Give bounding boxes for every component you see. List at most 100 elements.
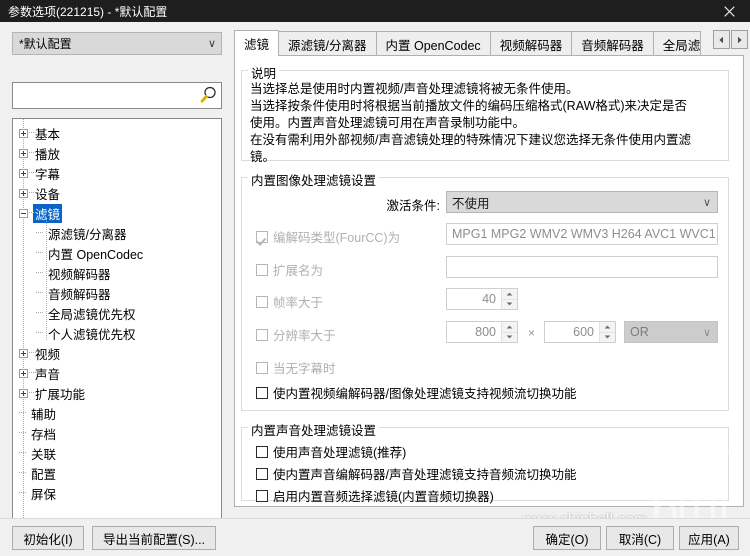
tab-scroll-left-button[interactable] — [713, 30, 730, 49]
audio-option-checkbox[interactable]: 使用声音处理滤镜(推荐) — [256, 442, 406, 461]
tab-1[interactable]: 滤镜 — [234, 30, 280, 56]
tree-item[interactable]: 滤镜 — [13, 203, 221, 223]
tab-scroll-right-button[interactable] — [731, 30, 748, 49]
tab-label: 源滤镜/分离器 — [288, 38, 367, 53]
spinner-up-icon[interactable] — [600, 322, 615, 333]
tree-collapse-icon[interactable] — [19, 208, 28, 218]
spinner-arrows[interactable] — [599, 322, 615, 342]
tree-item[interactable]: 个人滤镜优先权 — [13, 323, 221, 343]
checkbox-indicator — [256, 489, 268, 502]
tree-item[interactable]: 辅助 — [13, 403, 221, 423]
search-icon[interactable] — [195, 84, 221, 107]
tree-item[interactable]: 音频解码器 — [13, 283, 221, 303]
tree-item[interactable]: 源滤镜/分离器 — [13, 223, 221, 243]
activation-condition-label: 激活条件: — [386, 199, 440, 213]
tree-item[interactable]: 存档 — [13, 423, 221, 443]
extension-label: 扩展名为 — [273, 264, 324, 278]
tree-item-label: 视频 — [35, 347, 61, 362]
spinner-down-icon[interactable] — [502, 332, 517, 342]
spinner-down-icon[interactable] — [502, 299, 517, 309]
initialize-button[interactable]: 初始化(I) — [12, 526, 84, 550]
audio-option-checkbox[interactable]: 启用内置音频选择滤镜(内置音频切换器) — [256, 486, 494, 505]
ok-button[interactable]: 确定(O) — [533, 526, 601, 550]
tree-item[interactable]: 声音 — [13, 363, 221, 383]
video-stream-switch-checkbox[interactable]: 使内置视频编解码器/图像处理滤镜支持视频流切换功能 — [256, 383, 576, 402]
tab-6[interactable]: 全局滤 — [652, 31, 701, 56]
tree-item[interactable]: 全局滤镜优先权 — [13, 303, 221, 323]
extension-checkbox[interactable]: 扩展名为 — [256, 260, 323, 279]
tree-item[interactable]: 关联 — [13, 443, 221, 463]
resolution-height-value: 600 — [573, 325, 594, 339]
tab-bar[interactable]: 滤镜 源滤镜/分离器 内置 OpenCodec 视频解码器 音频解码器 全局滤 — [234, 30, 750, 56]
tree-expand-icon[interactable] — [19, 148, 28, 158]
close-icon[interactable] — [708, 0, 750, 22]
checkbox-indicator — [256, 361, 268, 374]
tree-expand-icon[interactable] — [19, 368, 28, 378]
options-dialog: 参数选项(221215) - *默认配置 *默认配置 ∨ 基本 播放 字幕 设备 滤镜源… — [0, 0, 750, 556]
tree-expand-icon[interactable] — [19, 348, 28, 358]
framerate-spinner[interactable]: 40 — [446, 288, 518, 310]
description-group-legend: 说明 — [248, 63, 280, 82]
resolution-checkbox[interactable]: 分辨率大于 — [256, 325, 336, 344]
spinner-up-icon[interactable] — [502, 322, 517, 333]
audio-option-checkbox[interactable]: 使内置声音编解码器/声音处理滤镜支持音频流切换功能 — [256, 464, 576, 483]
audio-filter-group: 内置声音处理滤镜设置 使用声音处理滤镜(推荐) 使内置声音编解码器/声音处理滤镜支… — [241, 420, 729, 504]
extension-input[interactable] — [446, 256, 718, 278]
search-box[interactable] — [12, 82, 222, 109]
activation-condition-select[interactable]: 不使用 ∨ — [446, 191, 718, 213]
cancel-button[interactable]: 取消(C) — [606, 526, 674, 550]
window-title: 参数选项(221215) - *默认配置 — [8, 4, 168, 19]
tab-label: 内置 OpenCodec — [385, 38, 481, 53]
tree-item[interactable]: 扩展功能 — [13, 383, 221, 403]
tab-2[interactable]: 源滤镜/分离器 — [278, 31, 377, 56]
profile-select[interactable]: *默认配置 ∨ — [12, 32, 222, 55]
tree-expand-icon[interactable] — [19, 188, 28, 198]
tab-label: 视频解码器 — [499, 38, 563, 53]
tree-item[interactable]: 视频解码器 — [13, 263, 221, 283]
tree-expand-icon[interactable] — [19, 168, 28, 178]
search-input[interactable] — [13, 84, 195, 107]
tab-4[interactable]: 视频解码器 — [489, 31, 573, 56]
spinner-down-icon[interactable] — [600, 332, 615, 342]
tree-item-label: 设备 — [35, 187, 61, 202]
tree-item[interactable]: 设备 — [13, 183, 221, 203]
tab-3[interactable]: 内置 OpenCodec — [375, 31, 491, 56]
tab-scroll-buttons[interactable] — [712, 30, 748, 49]
framerate-checkbox[interactable]: 帧率大于 — [256, 292, 323, 311]
apply-button[interactable]: 应用(A) — [679, 526, 739, 550]
tree-item[interactable]: 基本 — [13, 123, 221, 143]
tree-item-label: 关联 — [31, 447, 57, 462]
export-config-button[interactable]: 导出当前配置(S)... — [92, 526, 216, 550]
tree-expand-icon[interactable] — [19, 388, 28, 398]
resolution-operator-select[interactable]: OR ∨ — [624, 321, 718, 343]
profile-select-value: *默认配置 — [19, 37, 72, 51]
tab-panel-filters: 说明 当选择总是使用时内置视频/声音处理滤镜将被无条件使用。 当选择按条件使用时将… — [234, 55, 744, 507]
tree-item-label: 屏保 — [31, 487, 57, 502]
tree-item[interactable]: 屏保 — [13, 483, 221, 503]
tree-item[interactable]: 字幕 — [13, 163, 221, 183]
tree-guide-dots — [36, 223, 46, 243]
no-subtitle-checkbox[interactable]: 当无字幕时 — [256, 358, 336, 377]
tree-expand-icon[interactable] — [19, 128, 28, 138]
tree-guide-dots — [29, 163, 37, 183]
resolution-width-value: 800 — [475, 325, 496, 339]
tab-5[interactable]: 音频解码器 — [571, 31, 654, 56]
tree-item[interactable]: 视频 — [13, 343, 221, 363]
spinner-up-icon[interactable] — [502, 289, 517, 300]
tree-guide-dots — [29, 363, 37, 383]
settings-tree[interactable]: 基本 播放 字幕设备 滤镜 源滤镜/分离器 内置 OpenCodec 视频解码器 音频解码器全… — [12, 118, 222, 536]
fourcc-checkbox[interactable]: 编解码类型(FourCC)为 — [256, 227, 400, 246]
tree-guide-dots — [36, 303, 46, 323]
tree-item[interactable]: 播放 — [13, 143, 221, 163]
resolution-height-spinner[interactable]: 600 — [544, 321, 616, 343]
tree-guide-dots — [29, 343, 37, 363]
video-filter-group: 内置图像处理滤镜设置 激活条件: 不使用 ∨ 编解码类型(FourCC)为 MP… — [241, 170, 729, 411]
fourcc-input[interactable]: MPG1 MPG2 WMV2 WMV3 H264 AVC1 WVC1 — [446, 223, 718, 245]
resolution-width-spinner[interactable]: 800 — [446, 321, 518, 343]
tree-item[interactable]: 配置 — [13, 463, 221, 483]
framerate-label: 帧率大于 — [273, 296, 324, 310]
spinner-arrows[interactable] — [501, 322, 517, 342]
tree-item[interactable]: 内置 OpenCodec — [13, 243, 221, 263]
tree-item-label: 视频解码器 — [48, 267, 111, 282]
spinner-arrows[interactable] — [501, 289, 517, 309]
